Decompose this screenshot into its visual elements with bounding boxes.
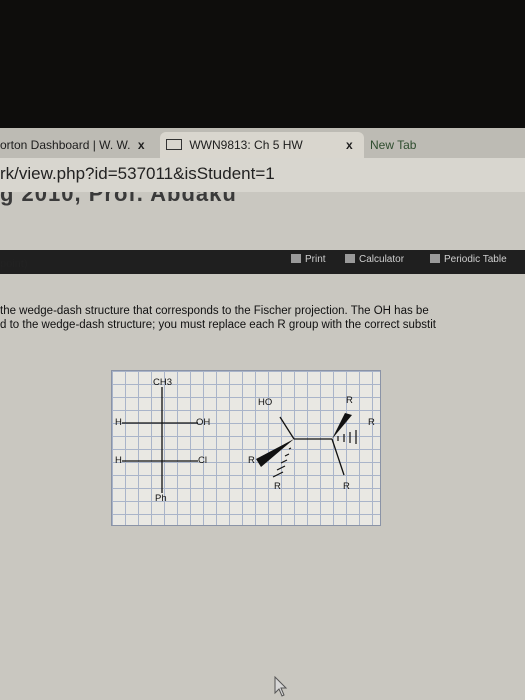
wedge-bond-right	[332, 413, 352, 439]
mouse-cursor-icon	[274, 676, 288, 697]
fischer-left-lower-group: H	[115, 455, 122, 466]
wedge-r-left: R	[248, 455, 255, 466]
drawing-canvas[interactable]: CH3 H OH H Cl Ph HO R R R R R	[111, 370, 381, 526]
banner-text: g 2010, Prof. Abdaku	[0, 192, 237, 206]
question-line-1: the wedge-dash structure that correspond…	[0, 305, 429, 317]
print-label: Print	[305, 254, 326, 265]
wedge-bond-to-ho	[279, 416, 295, 440]
browser-tab-bar: orton Dashboard | W. W. x WWN9813: Ch 5 …	[0, 128, 525, 158]
point-value: point)	[0, 258, 28, 270]
table-icon	[430, 254, 440, 263]
print-button[interactable]: Print	[291, 254, 326, 265]
fischer-top-group: CH3	[153, 377, 173, 388]
tab-label: New Tab	[370, 138, 417, 152]
tab-new-tab[interactable]: New Tab	[362, 132, 440, 158]
tool-bar: Print Calculator Periodic Table	[0, 250, 525, 274]
tab-wwn9813[interactable]: WWN9813: Ch 5 HW x	[160, 132, 364, 158]
wedge-r-bottom-right: R	[343, 481, 350, 492]
periodic-table-label: Periodic Table	[444, 254, 507, 265]
structure-drawing	[122, 387, 357, 493]
bond-lower-right	[331, 438, 345, 476]
wedge-ho-label: HO	[258, 397, 273, 408]
periodic-table-button[interactable]: Periodic Table	[430, 254, 507, 265]
page-content: g 2010, Prof. Abdaku Print Calculator Pe…	[0, 192, 525, 700]
close-icon[interactable]: x	[138, 138, 145, 152]
calculator-label: Calculator	[359, 254, 405, 265]
monitor-bezel	[0, 0, 525, 128]
fischer-right-lower-group: Cl	[198, 455, 207, 466]
dash-bond-right	[337, 430, 357, 444]
wedge-r-bottom-left: R	[274, 481, 281, 492]
mail-icon	[166, 139, 182, 150]
calculator-button[interactable]: Calculator	[345, 254, 404, 265]
fischer-bottom-group: Ph	[155, 493, 167, 504]
fischer-right-upper-group: OH	[196, 417, 211, 428]
question-line-2: d to the wedge-dash structure; you must …	[0, 319, 436, 331]
wedge-r-top: R	[346, 395, 353, 406]
tab-label: orton Dashboard | W. W.	[0, 138, 131, 152]
wedge-bond-left	[256, 439, 294, 467]
address-bar[interactable]: rk/view.php?id=537011&isStudent=1	[0, 158, 525, 192]
url-text: rk/view.php?id=537011&isStudent=1	[0, 164, 275, 183]
calculator-icon	[345, 254, 355, 263]
course-banner: g 2010, Prof. Abdaku	[0, 192, 525, 212]
wedge-r-right: R	[368, 417, 375, 428]
fischer-left-upper-group: H	[115, 417, 122, 428]
close-icon[interactable]: x	[346, 132, 353, 158]
printer-icon	[291, 254, 301, 263]
tab-norton-dashboard[interactable]: orton Dashboard | W. W. x	[0, 132, 160, 158]
tab-label: WWN9813: Ch 5 HW	[189, 138, 303, 152]
